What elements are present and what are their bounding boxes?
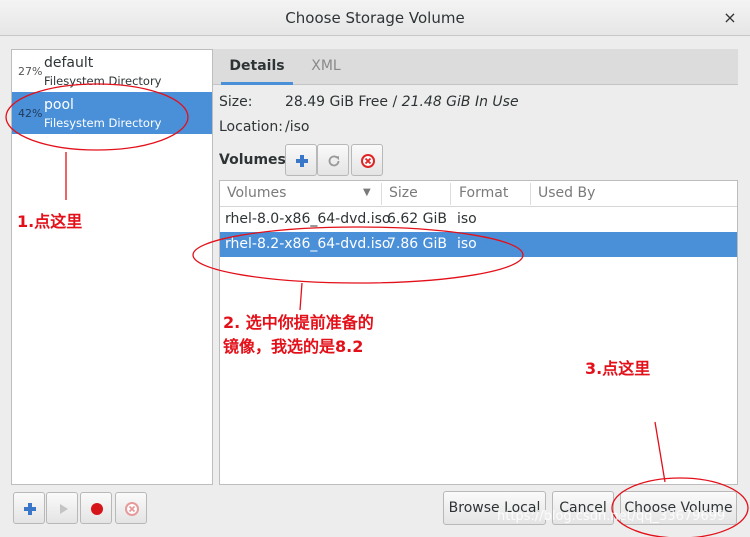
column-divider [450, 183, 451, 205]
annotation-step1: 1.点这里 [17, 212, 83, 231]
column-divider [530, 183, 531, 205]
volume-name: rhel-8.2-x86_64-dvd.iso [225, 236, 391, 252]
location-value: /iso [285, 119, 310, 135]
table-row[interactable]: rhel-8.0-x86_64-dvd.iso 6.62 GiB iso [220, 207, 737, 232]
title-bar: Choose Storage Volume × [0, 0, 750, 36]
annotation-step3: 3.点这里 [585, 359, 651, 378]
add-pool-button[interactable] [13, 492, 45, 524]
window-title: Choose Storage Volume [285, 9, 465, 27]
location-row: Location: /iso [219, 119, 309, 135]
size-in-use: 21.48 GiB In Use [401, 94, 519, 110]
annotation-step2-line2: 镜像，我选的是8.2 [223, 337, 364, 356]
pool-type: Filesystem Directory [44, 116, 162, 130]
volume-size: 7.86 GiB [387, 236, 447, 252]
size-row: Size: 28.49 GiB Free / 21.48 GiB In Use [219, 94, 519, 110]
tab-details[interactable]: Details [221, 49, 293, 85]
pool-usage-percent: 42% [18, 107, 43, 120]
storage-pool-list: 27% default Filesystem Directory 42% poo… [11, 49, 213, 485]
pool-name: pool [44, 97, 74, 113]
pool-item-default[interactable]: 27% default Filesystem Directory [12, 50, 212, 92]
column-divider [381, 183, 382, 205]
volume-format: iso [457, 236, 477, 252]
refresh-volumes-button[interactable] [317, 144, 349, 176]
plus-icon [24, 503, 36, 515]
close-icon[interactable]: × [720, 8, 740, 28]
location-label: Location: [219, 119, 283, 135]
pool-type: Filesystem Directory [44, 74, 162, 88]
tab-xml[interactable]: XML [299, 49, 353, 85]
record-icon [91, 503, 103, 515]
table-header: Volumes ▼ Size Format Used By [220, 181, 737, 207]
delete-volume-button[interactable] [351, 144, 383, 176]
table-row[interactable]: rhel-8.2-x86_64-dvd.iso 7.86 GiB iso [220, 232, 737, 257]
column-header-format[interactable]: Format [459, 185, 508, 205]
volume-name: rhel-8.0-x86_64-dvd.iso [225, 211, 391, 227]
stop-pool-button[interactable] [80, 492, 112, 524]
pool-item-pool[interactable]: 42% pool Filesystem Directory [12, 92, 212, 134]
annotation-step2-line1: 2. 选中你提前准备的 [223, 313, 374, 332]
pool-usage-percent: 27% [18, 65, 43, 78]
pool-name: default [44, 55, 94, 71]
add-volume-button[interactable] [285, 144, 317, 176]
delete-icon [125, 502, 139, 516]
watermark: https://blog.csdn.net/qq_33679699 [497, 509, 726, 524]
start-pool-button[interactable] [46, 492, 78, 524]
size-label: Size: [219, 94, 253, 110]
delete-icon [361, 154, 375, 168]
size-value: 28.49 GiB Free / 21.48 GiB In Use [285, 94, 519, 110]
tab-bar: Details XML [213, 49, 738, 85]
refresh-icon [328, 155, 340, 167]
size-free: 28.49 GiB Free / [285, 94, 402, 110]
delete-pool-button[interactable] [115, 492, 147, 524]
volume-format: iso [457, 211, 477, 227]
volumes-label: Volumes [219, 152, 286, 168]
column-header-size[interactable]: Size [389, 185, 418, 205]
pool-details-pane: Details XML Size: 28.49 GiB Free / 21.48… [213, 49, 738, 485]
plus-icon [296, 155, 308, 167]
column-header-volumes[interactable]: Volumes [227, 185, 286, 205]
volume-size: 6.62 GiB [387, 211, 447, 227]
column-header-used-by[interactable]: Used By [538, 185, 595, 205]
sort-arrow-icon[interactable]: ▼ [363, 187, 371, 198]
play-icon [60, 504, 68, 514]
